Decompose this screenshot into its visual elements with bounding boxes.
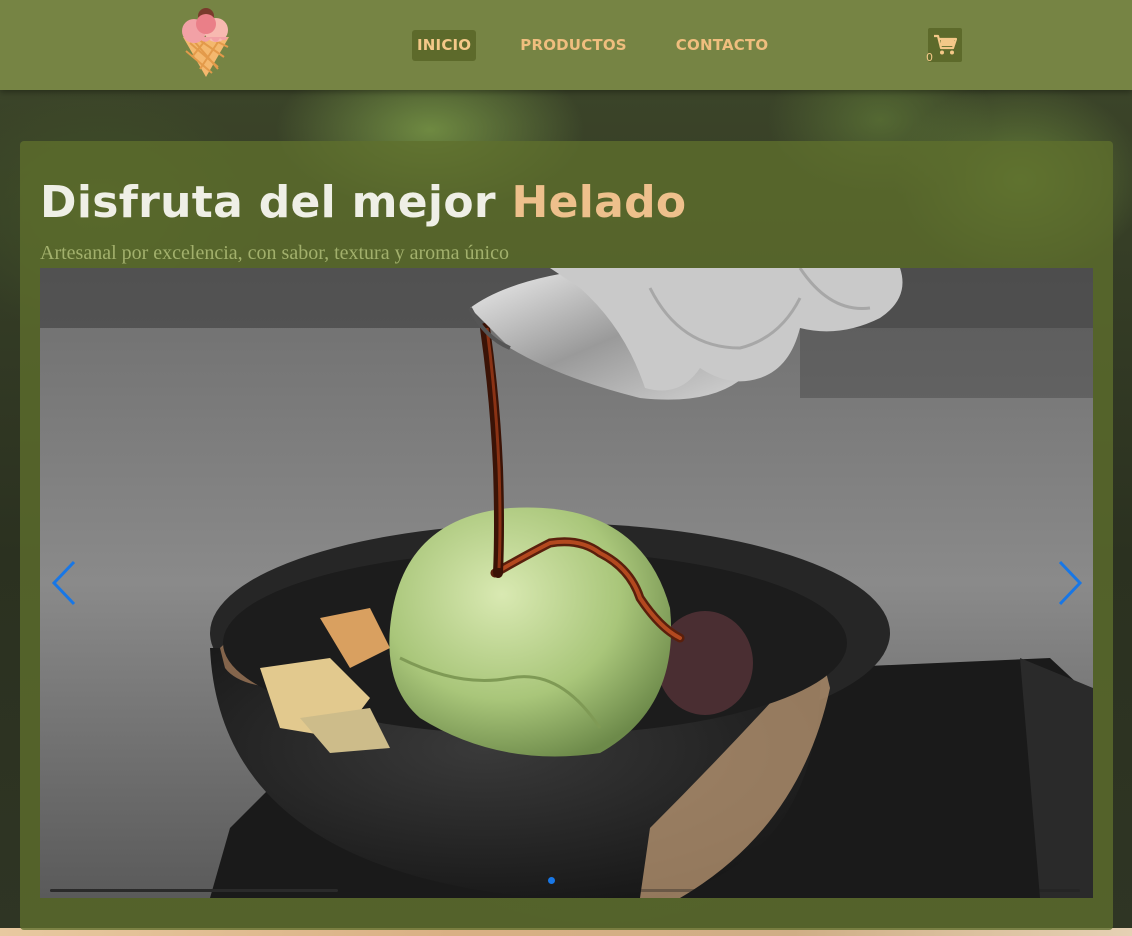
ice-cream-cone-icon[interactable] [178,7,234,79]
nav-item-productos[interactable]: PRODUCTOS [515,30,632,61]
nav-item-contacto[interactable]: CONTACTO [671,30,774,61]
site-header: INICIO PRODUCTOS CONTACTO 0 [0,0,1132,90]
ice-cream-bowl-photo [40,268,1093,898]
hero-subtitle: Artesanal por excelencia, con sabor, tex… [40,242,509,264]
chevron-left-icon [51,560,76,606]
carousel-prev-button[interactable] [48,558,82,608]
carousel-dot-active[interactable] [548,877,555,884]
hero-panel: Disfruta del mejor Helado Artesanal por … [20,141,1113,930]
nav-item-inicio[interactable]: INICIO [412,30,477,61]
cart-button[interactable]: 0 [926,28,962,64]
image-carousel[interactable] [40,268,1093,898]
carousel-progress-fill [50,889,339,892]
hero-title-accent: Helado [511,177,687,228]
main-nav: INICIO PRODUCTOS CONTACTO [412,30,812,61]
chevron-right-icon [1058,560,1083,606]
carousel-next-button[interactable] [1052,558,1086,608]
cart-count: 0 [926,51,933,64]
carousel-progress-bar [50,889,1080,892]
hero-title: Disfruta del mejor Helado [40,173,686,233]
shopping-cart-icon [934,34,957,55]
hero-title-main: Disfruta del mejor [40,177,512,228]
